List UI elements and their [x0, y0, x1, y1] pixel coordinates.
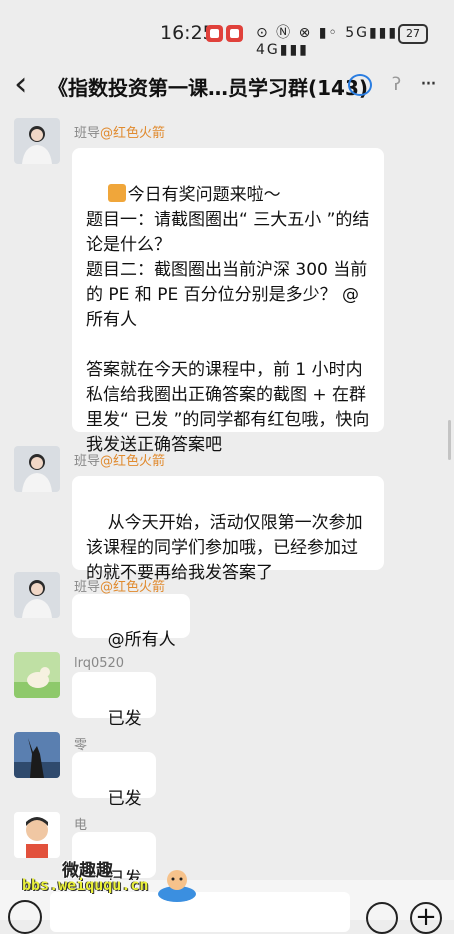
message-text: 已发: [107, 789, 142, 809]
avatar[interactable]: [14, 732, 60, 778]
message-bubble[interactable]: @所有人: [72, 594, 190, 650]
mascot-icon: [158, 870, 196, 902]
sender-name: 班导@红色火箭: [74, 454, 166, 469]
sender-name: 班导@红色火箭: [74, 126, 166, 141]
message-text: 已发: [107, 709, 142, 729]
message-bubble[interactable]: 已发: [72, 752, 156, 809]
notification-icon: [206, 25, 223, 42]
sender-name: 班导@红色火箭: [74, 580, 166, 595]
message-text: 从今天开始，活动仅限第一次参加该课程的同学们参加哦，已经参加过的就不要再给我发答…: [86, 513, 363, 583]
message-text: @所有人: [107, 630, 176, 650]
watermark-url: bbs.weiququ.cn: [22, 876, 149, 894]
gift-icon: [107, 184, 126, 202]
avatar[interactable]: [14, 446, 60, 492]
add-icon[interactable]: +: [410, 902, 442, 934]
notification-icon: [226, 25, 243, 42]
chat-header: ‹ 《指数投资第一课…员学习群(143) ʔ ···: [0, 62, 454, 110]
emoji-icon[interactable]: [366, 902, 398, 934]
more-options-icon[interactable]: ···: [420, 72, 437, 97]
message-bubble[interactable]: 今日有奖问题来啦～ 题目一：请截图圈出“ 三大五小 ”的结论是什么？ 题目二：截…: [72, 148, 384, 455]
avatar[interactable]: [14, 652, 60, 698]
message-bubble[interactable]: 已发: [72, 672, 156, 729]
scrollbar[interactable]: [448, 420, 451, 460]
sender-name: 零: [74, 738, 88, 753]
sender-name: 电: [74, 818, 88, 833]
earpiece-icon: ʔ: [392, 74, 402, 95]
battery-icon: 27: [398, 24, 428, 44]
message-bubble[interactable]: 从今天开始，活动仅限第一次参加该课程的同学们参加哦，已经参加过的就不要再给我发答…: [72, 476, 384, 583]
status-bar: 16:25 ⊙ Ⓝ ⊗ ▮◦ 5G▮▮▮ 4G▮▮▮ 27: [0, 0, 454, 62]
avatar[interactable]: [14, 118, 60, 164]
group-chat-icon: [348, 74, 372, 96]
sender-name: lrq0520: [74, 656, 125, 671]
watermark: 微趣趣 bbs.weiququ.cn: [6, 840, 204, 910]
avatar[interactable]: [14, 572, 60, 618]
back-arrow-icon[interactable]: ‹: [14, 66, 28, 102]
message-text: 今日有奖问题来啦～ 题目一：请截图圈出“ 三大五小 ”的结论是什么？ 题目二：截…: [86, 185, 370, 455]
chat-title[interactable]: 《指数投资第一课…员学习群(143): [48, 72, 368, 101]
